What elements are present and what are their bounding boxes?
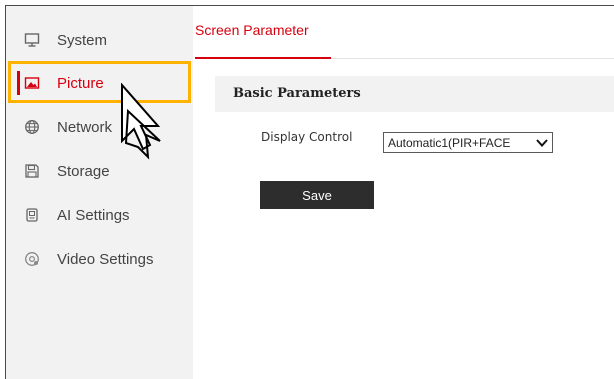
main-content: Screen Parameter Basic Parameters Displa…: [193, 6, 614, 379]
sidebar: System Picture Network Storage AI Settin…: [6, 6, 193, 379]
sidebar-item-label: AI Settings: [57, 206, 130, 224]
display-control-select[interactable]: Automatic1(PIR+FACE: [383, 132, 553, 153]
sidebar-item-ai-settings[interactable]: AI Settings: [6, 196, 193, 234]
sidebar-item-video-settings[interactable]: Video Settings: [6, 240, 193, 278]
save-button[interactable]: Save: [260, 181, 374, 209]
display-control-label: Display Control: [261, 130, 353, 144]
floppy-disk-icon: [24, 163, 40, 179]
picture-icon: [24, 75, 40, 91]
section-title: Basic Parameters: [233, 86, 361, 101]
sidebar-item-label: Storage: [57, 162, 110, 180]
sidebar-item-system[interactable]: System: [6, 21, 193, 59]
sidebar-item-label: System: [57, 31, 108, 49]
ai-chip-icon: [24, 207, 40, 223]
sidebar-item-storage[interactable]: Storage: [6, 152, 193, 190]
tab-screen-parameter[interactable]: Screen Parameter: [195, 22, 309, 38]
globe-icon: [24, 119, 40, 135]
sidebar-item-picture[interactable]: Picture: [6, 64, 193, 102]
sidebar-item-label: Video Settings: [57, 250, 154, 268]
video-settings-icon: [24, 251, 40, 267]
chevron-down-icon: [535, 136, 549, 149]
monitor-icon: [24, 32, 40, 48]
sidebar-item-network[interactable]: Network: [6, 108, 193, 146]
active-tab-underline: [195, 57, 331, 59]
sidebar-item-label: Network: [57, 118, 113, 136]
active-indicator: [17, 71, 20, 95]
section-header: Basic Parameters: [215, 76, 614, 112]
sidebar-item-label: Picture: [57, 74, 104, 92]
display-control-value: Automatic1(PIR+FACE: [388, 135, 511, 150]
